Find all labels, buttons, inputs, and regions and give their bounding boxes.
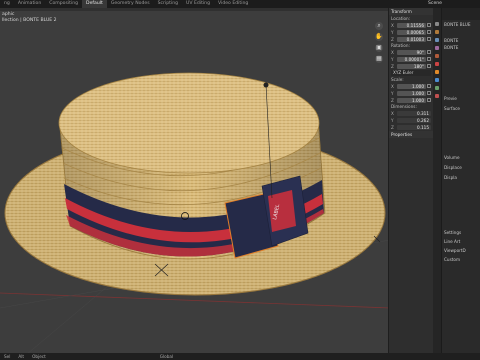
grid-perspective-icon[interactable]: ▦ [375, 55, 383, 63]
rotation-mode-dropdown[interactable]: XYZ Euler [391, 70, 431, 76]
workspace-tab[interactable]: Geometry Nodes [107, 0, 154, 8]
object-name-label[interactable]: BONTE BLUE [444, 22, 470, 27]
status-bar: Sel Alt Object Global [0, 353, 480, 360]
properties-header [442, 8, 480, 20]
view-layer-tab-icon[interactable] [435, 46, 439, 50]
material-slot[interactable]: BONTE [444, 45, 458, 50]
status-item: Alt [18, 354, 25, 359]
scene-selector[interactable]: Scene [428, 0, 442, 8]
displacement-section[interactable]: Displace [444, 165, 462, 170]
scene-tab-icon[interactable] [435, 54, 439, 58]
viewport-info-overlay: aphic llection | BONTE BLUE 2 [2, 12, 57, 24]
viewport-display-section[interactable]: ViewportD [444, 248, 466, 253]
workspace-tabs-bar: ng Animation Compositing Default Geometr… [0, 0, 480, 8]
workspace-tab[interactable]: Video Editing [214, 0, 252, 8]
lock-icon[interactable] [427, 91, 431, 95]
object-tab-icon[interactable] [435, 70, 439, 74]
scale-z-field[interactable]: 1.000 [397, 97, 426, 103]
status-item[interactable]: Object [32, 354, 46, 359]
rotation-y-field[interactable]: 0.00001° [397, 56, 426, 62]
properties-editor: BONTE BLUE BONTE BONTE Previe Surface Vo… [441, 8, 480, 353]
lock-icon[interactable] [427, 98, 431, 102]
displacement-field[interactable]: Displa [444, 175, 457, 180]
dimension-x-field[interactable]: 0.311 [397, 110, 431, 116]
workspace-tab[interactable]: ng [0, 0, 14, 8]
hand-pan-icon[interactable]: ✋ [375, 33, 383, 41]
custom-properties-section[interactable]: Custom [444, 257, 460, 262]
workspace-tab[interactable]: Scripting [154, 0, 182, 8]
sidebar-n-panel: Transform Location: X 0.11556 Y 0.00065 Z0… [388, 8, 433, 353]
navigation-gizmo[interactable]: ⌕ ✋ ▣ ▦ [372, 22, 386, 66]
lock-icon[interactable] [427, 64, 431, 68]
lock-icon[interactable] [427, 50, 431, 54]
location-x-field[interactable]: 0.11556 [397, 22, 426, 28]
scale-x-field[interactable]: 1.000 [397, 83, 426, 89]
material-slot[interactable]: BONTE [444, 38, 458, 43]
3d-viewport[interactable]: LABEL aphic llection | BONTE BLUE 2 ⌕ ✋ … [0, 8, 390, 360]
workspace-tab[interactable]: Compositing [45, 0, 82, 8]
zoom-icon[interactable]: ⌕ [375, 22, 383, 30]
constraint-tab-icon[interactable] [435, 86, 439, 90]
dimension-z-field[interactable]: 0.115 [397, 124, 431, 130]
surface-section[interactable]: Surface [444, 106, 460, 111]
properties-panel-header[interactable]: Properties [389, 131, 433, 138]
modifier-tab-icon[interactable] [435, 78, 439, 82]
properties-tab-column [433, 8, 441, 353]
preview-section[interactable]: Previe [444, 96, 457, 101]
workspace-tab[interactable]: UV Editing [182, 0, 214, 8]
lock-icon[interactable] [427, 84, 431, 88]
status-item: Sel [4, 354, 11, 359]
world-tab-icon[interactable] [435, 62, 439, 66]
lock-icon[interactable] [427, 23, 431, 27]
location-y-field[interactable]: 0.00065 [397, 29, 426, 35]
collection-object-label: llection | BONTE BLUE 2 [2, 18, 57, 23]
workspace-tab-active[interactable]: Default [82, 0, 107, 8]
workspace-tab[interactable]: Animation [14, 0, 45, 8]
transform-panel-header[interactable]: Transform [389, 8, 433, 15]
output-tab-icon[interactable] [435, 38, 439, 42]
line-art-section[interactable]: Line Art [444, 239, 460, 244]
camera-view-icon[interactable]: ▣ [375, 44, 383, 52]
material-tab-icon[interactable] [435, 94, 439, 98]
rotation-z-field[interactable]: 180° [397, 63, 426, 69]
tool-tab-icon[interactable] [435, 22, 439, 26]
lock-icon[interactable] [427, 57, 431, 61]
settings-section[interactable]: Settings [444, 230, 461, 235]
scale-y-field[interactable]: 1.000 [397, 90, 426, 96]
dimension-y-field[interactable]: 0.262 [397, 117, 431, 123]
transform-orientation-dropdown[interactable]: Global [160, 354, 173, 359]
lock-icon[interactable] [427, 37, 431, 41]
volume-section[interactable]: Volume [444, 155, 460, 160]
hat-model[interactable]: LABEL [0, 8, 390, 360]
rotation-x-field[interactable]: 90° [397, 49, 426, 55]
location-z-field[interactable]: 0.01003 [397, 36, 426, 42]
lock-icon[interactable] [427, 30, 431, 34]
render-tab-icon[interactable] [435, 30, 439, 34]
